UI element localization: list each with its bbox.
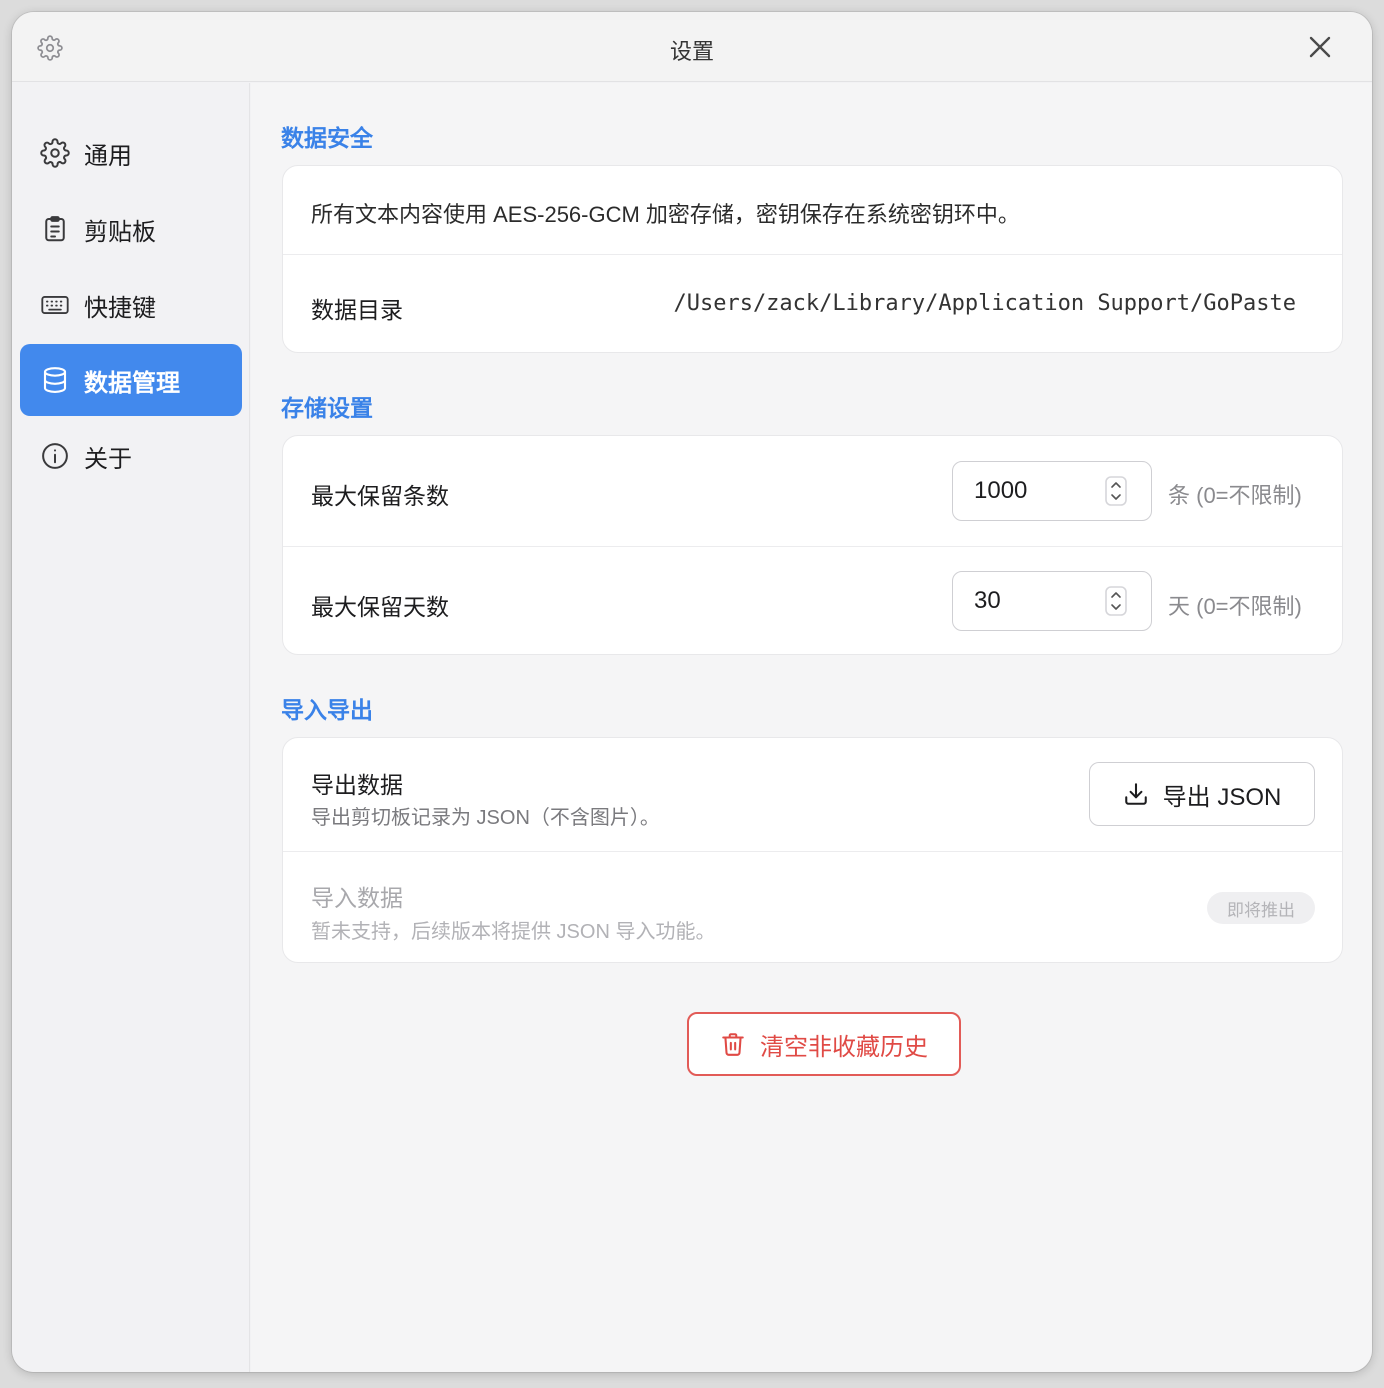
max-days-value: 30 [974, 587, 1001, 614]
sidebar: 通用 剪贴板 快捷键 数据管理 关于 [12, 83, 250, 1372]
max-days-row: 最大保留天数 30 天 (0=不限制) [283, 546, 1342, 654]
section-title-storage: 存储设置 [281, 395, 373, 421]
encryption-description: 所有文本内容使用 AES-256-GCM 加密存储，密钥保存在系统密钥环中。 [311, 202, 1020, 227]
coming-soon-badge: 即将推出 [1207, 892, 1315, 924]
keyboard-icon [40, 290, 70, 320]
sidebar-item-label: 数据管理 [84, 369, 180, 397]
max-items-value: 1000 [974, 477, 1028, 504]
sidebar-item-label: 通用 [84, 142, 132, 170]
title-bar: 设置 [12, 12, 1372, 82]
export-json-label: 导出 JSON [1162, 783, 1282, 811]
sidebar-item-about[interactable]: 关于 [20, 420, 242, 492]
section-title-security: 数据安全 [281, 125, 373, 151]
data-directory-path: /Users/zack/Library/Application Support/… [673, 291, 1296, 316]
stepper-arrows-icon[interactable] [1105, 586, 1127, 616]
sidebar-item-general[interactable]: 通用 [20, 117, 242, 189]
clear-history-label: 清空非收藏历史 [760, 1033, 928, 1061]
export-label: 导出数据 [311, 772, 403, 798]
export-json-button[interactable]: 导出 JSON [1089, 762, 1315, 826]
stepper-arrows-icon[interactable] [1105, 476, 1127, 506]
import-label: 导入数据 [311, 885, 403, 911]
window-title: 设置 [669, 39, 714, 64]
sidebar-item-clipboard[interactable]: 剪贴板 [20, 193, 242, 265]
max-items-unit: 条 (0=不限制) [1168, 483, 1302, 508]
section-title-import-export: 导入导出 [281, 697, 373, 723]
sidebar-item-data-management[interactable]: 数据管理 [20, 344, 242, 416]
download-icon [1123, 781, 1149, 807]
settings-window: 设置 通用 剪贴板 快捷键 数据管理 关于 数据安全 所有文本内容使用 AES-… [12, 12, 1372, 1372]
max-items-label: 最大保留条数 [311, 483, 449, 509]
data-directory-row: 数据目录 /Users/zack/Library/Application Sup… [283, 254, 1342, 352]
export-description: 导出剪切板记录为 JSON（不含图片）。 [311, 807, 660, 829]
max-days-stepper[interactable]: 30 [952, 571, 1152, 631]
import-export-card: 导出数据 导出剪切板记录为 JSON（不含图片）。 导出 JSON 导入数据 暂… [282, 737, 1343, 963]
max-items-row: 最大保留条数 1000 条 (0=不限制) [283, 436, 1342, 546]
data-directory-label: 数据目录 [311, 297, 403, 323]
import-row: 导入数据 暂未支持，后续版本将提供 JSON 导入功能。 即将推出 [283, 851, 1342, 962]
database-icon [40, 365, 70, 395]
security-card: 所有文本内容使用 AES-256-GCM 加密存储，密钥保存在系统密钥环中。 数… [282, 165, 1343, 353]
sidebar-item-label: 快捷键 [84, 294, 156, 322]
content-panel: 数据安全 所有文本内容使用 AES-256-GCM 加密存储，密钥保存在系统密钥… [251, 83, 1372, 1372]
clear-history-button[interactable]: 清空非收藏历史 [687, 1012, 961, 1076]
sidebar-item-label: 剪贴板 [84, 218, 156, 246]
storage-card: 最大保留条数 1000 条 (0=不限制) 最大保留天数 30 天 (0=不限制… [282, 435, 1343, 655]
trash-icon [720, 1031, 746, 1057]
sidebar-item-label: 关于 [84, 445, 132, 473]
close-icon[interactable] [1306, 33, 1334, 61]
max-days-unit: 天 (0=不限制) [1168, 594, 1302, 619]
export-row: 导出数据 导出剪切板记录为 JSON（不含图片）。 导出 JSON [283, 738, 1342, 851]
max-days-label: 最大保留天数 [311, 594, 449, 620]
max-items-stepper[interactable]: 1000 [952, 461, 1152, 521]
import-description: 暂未支持，后续版本将提供 JSON 导入功能。 [311, 921, 716, 943]
security-description-row: 所有文本内容使用 AES-256-GCM 加密存储，密钥保存在系统密钥环中。 [283, 166, 1342, 254]
clipboard-icon [40, 214, 70, 244]
gear-icon [40, 138, 70, 168]
sidebar-item-shortcuts[interactable]: 快捷键 [20, 269, 242, 341]
info-icon [40, 441, 70, 471]
